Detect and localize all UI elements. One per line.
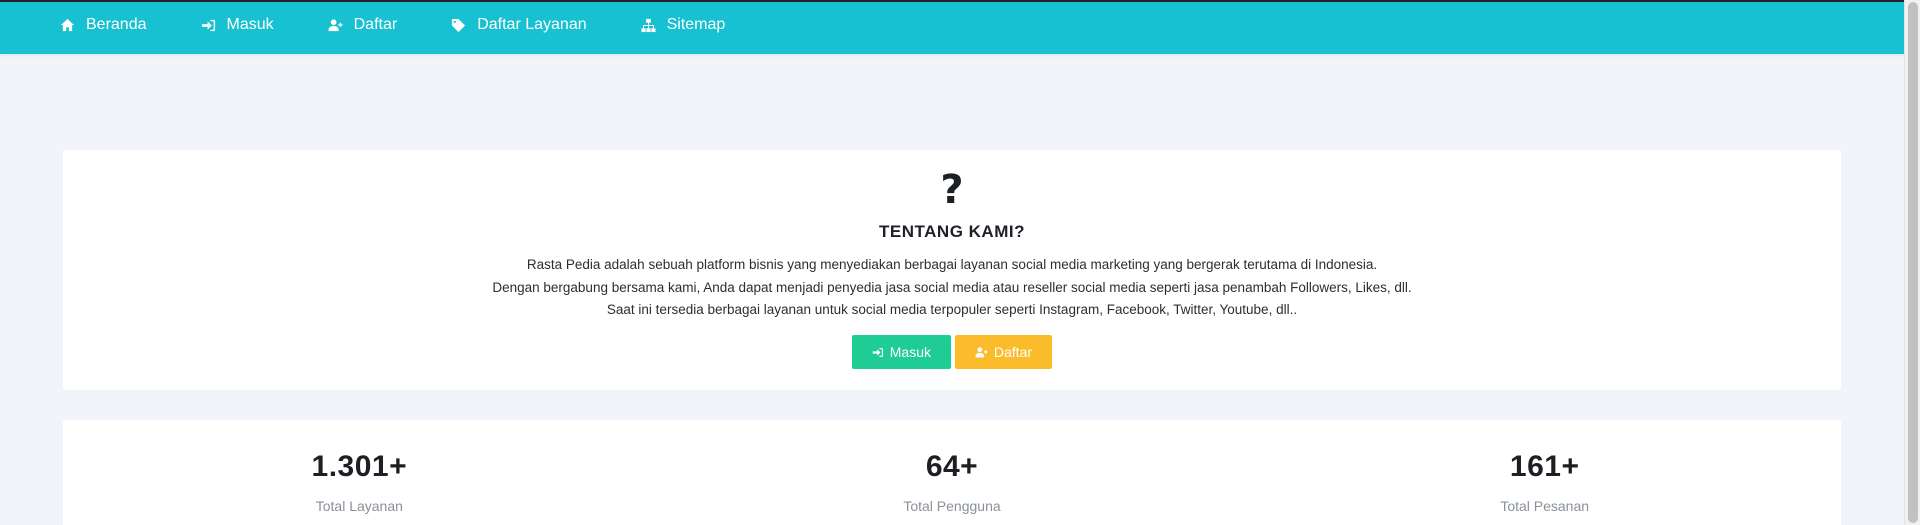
stat-total-pesanan: 161+ Total Pesanan xyxy=(1248,420,1841,525)
nav-item-beranda[interactable]: Beranda xyxy=(60,2,147,54)
stat-value: 64+ xyxy=(925,450,979,483)
page-scrollbar[interactable] xyxy=(1904,0,1920,525)
scrollbar-thumb[interactable] xyxy=(1908,2,1918,523)
stat-total-layanan: 1.301+ Total Layanan xyxy=(63,420,656,525)
home-icon xyxy=(60,18,75,31)
login-button[interactable]: Masuk xyxy=(852,335,951,369)
about-line: Saat ini tersedia berbagai layanan untuk… xyxy=(606,302,1298,317)
stat-label: Total Layanan xyxy=(315,498,403,514)
about-buttons: Masuk Daftar xyxy=(63,335,1841,369)
nav-item-label: Daftar xyxy=(353,16,398,33)
stat-value: 161+ xyxy=(1509,450,1580,483)
sign-in-icon xyxy=(201,19,215,31)
stat-label: Total Pengguna xyxy=(903,498,1001,514)
nav-item-sitemap[interactable]: Sitemap xyxy=(641,2,726,54)
nav-item-masuk[interactable]: Masuk xyxy=(201,2,274,54)
nav-item-label: Masuk xyxy=(226,16,274,33)
sign-in-icon xyxy=(872,347,884,357)
user-plus-icon xyxy=(328,18,343,31)
about-title: TENTANG KAMI? xyxy=(879,222,1025,241)
nav-item-label: Beranda xyxy=(86,16,147,33)
nav-item-label: Sitemap xyxy=(666,16,726,33)
nav-item-daftar[interactable]: Daftar xyxy=(328,2,398,54)
stat-label: Total Pesanan xyxy=(1500,498,1590,514)
login-button-label: Masuk xyxy=(889,344,931,360)
sitemap-icon xyxy=(641,18,656,32)
register-button-label: Daftar xyxy=(993,344,1032,360)
about-line: Rasta Pedia adalah sebuah platform bisni… xyxy=(526,257,1378,272)
top-navbar: Beranda Masuk Daftar Daftar Layanan Site… xyxy=(0,0,1904,54)
about-card: ? TENTANG KAMI? Rasta Pedia adalah sebua… xyxy=(63,150,1841,390)
stat-value: 1.301+ xyxy=(311,450,408,483)
nav-item-daftar-layanan[interactable]: Daftar Layanan xyxy=(451,2,587,54)
tag-icon xyxy=(452,18,466,32)
register-button[interactable]: Daftar xyxy=(955,335,1052,369)
about-description: Rasta Pedia adalah sebuah platform bisni… xyxy=(63,254,1841,322)
question-icon: ? xyxy=(940,167,964,213)
user-plus-icon xyxy=(975,346,988,357)
about-line: Dengan bergabung bersama kami, Anda dapa… xyxy=(492,279,1412,295)
nav-item-label: Daftar Layanan xyxy=(477,16,587,33)
stats-card: 1.301+ Total Layanan 64+ Total Pengguna … xyxy=(63,420,1841,525)
stat-total-pengguna: 64+ Total Pengguna xyxy=(656,420,1249,525)
